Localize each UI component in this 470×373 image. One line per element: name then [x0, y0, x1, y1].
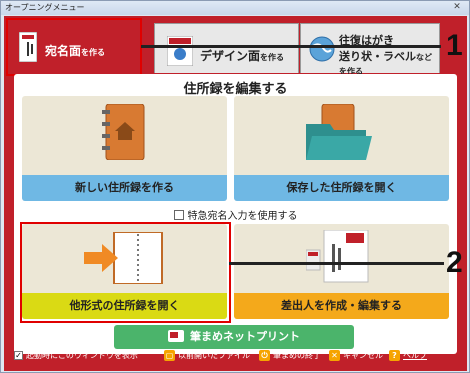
title-bar: オープニングメニュー ✕ — [1, 1, 469, 15]
new-address-book-label: 新しい住所録を作る — [22, 175, 227, 201]
callout-number-2: 2 — [446, 246, 463, 279]
show-on-start-option[interactable]: ✓ 起動時にこのウィンドウを表示 — [14, 350, 138, 362]
show-on-start-label: 起動時にこのウィンドウを表示 — [26, 351, 138, 360]
help-label: ヘルプ — [403, 351, 427, 360]
tab-design-small: を作る — [260, 53, 285, 62]
address-book-panel: 住所録を編集する 新しい住所録を作る 保存した住所録を開く 特急宛名入力を使用す… — [14, 74, 457, 354]
close-icon[interactable]: ✕ — [448, 2, 466, 13]
highlight-box-1 — [6, 18, 142, 76]
design-card-icon — [167, 36, 193, 66]
cancel-label: キャンセル — [343, 351, 383, 360]
tab-return-main2: 送り状・ラベル — [339, 50, 416, 63]
callout-number-1: 1 — [446, 29, 463, 62]
callout-line-2 — [229, 262, 444, 265]
callout-line-1 — [141, 45, 441, 48]
sender-edit-label: 差出人を作成・編集する — [234, 293, 449, 319]
address-book-icon — [102, 104, 145, 160]
cancel-icon: ✕ — [329, 350, 340, 361]
menu-frame: 宛名面を作る デザイン面を作る 往復はがき 送り状・ラベルなどを作る 住所録を編… — [4, 16, 467, 371]
special-input-label: 特急宛名入力を使用する — [187, 211, 298, 222]
footer-bar: ✓ 起動時にこのウィンドウを表示 ▢ 以前開いたファイル ⏻ 筆まめの終了 ✕ キャンセ… — [4, 341, 467, 371]
window-title: オープニングメニュー — [5, 3, 85, 12]
help-icon: ? — [389, 350, 400, 361]
help-button[interactable]: ? ヘルプ — [389, 350, 427, 362]
special-input-checkbox[interactable] — [173, 210, 184, 220]
prev-file-label: 以前開いたファイル — [178, 351, 250, 360]
tab-return-line2: 送り状・ラベルなどを作る — [339, 48, 439, 77]
open-saved-label: 保存した住所録を開く — [234, 175, 449, 201]
prev-file-button[interactable]: ▢ 以前開いたファイル — [164, 350, 250, 362]
tab-design-main: デザイン面 — [200, 49, 261, 63]
show-on-start-checkbox[interactable]: ✓ — [14, 351, 23, 360]
sender-edit-button[interactable]: 差出人を作成・編集する — [234, 224, 449, 319]
open-folder-icon — [306, 104, 372, 160]
opening-menu-window: オープニングメニュー ✕ 宛名面を作る デザイン面を作る 往復はがき 送り状・ラ… — [0, 0, 470, 373]
new-address-book-button[interactable]: 新しい住所録を作る — [22, 96, 227, 201]
section-title: 住所録を編集する — [183, 82, 288, 97]
quit-label: 筆まめの終了 — [273, 351, 321, 360]
highlight-box-2 — [20, 222, 231, 323]
tab-design-side[interactable]: デザイン面を作る — [154, 23, 299, 73]
cancel-button[interactable]: ✕ キャンセル — [329, 350, 383, 362]
power-icon: ⏻ — [259, 350, 270, 361]
tab-return-card[interactable]: 往復はがき 送り状・ラベルなどを作る — [300, 23, 440, 76]
open-saved-address-book-button[interactable]: 保存した住所録を開く — [234, 96, 449, 201]
special-input-row[interactable]: 特急宛名入力を使用する — [14, 207, 457, 222]
quit-button[interactable]: ⏻ 筆まめの終了 — [259, 350, 321, 362]
globe-icon — [309, 36, 335, 62]
document-icon: ▢ — [164, 350, 175, 361]
sender-envelope-icon — [306, 230, 369, 283]
tab-design-label: デザイン面を作る — [200, 47, 284, 64]
